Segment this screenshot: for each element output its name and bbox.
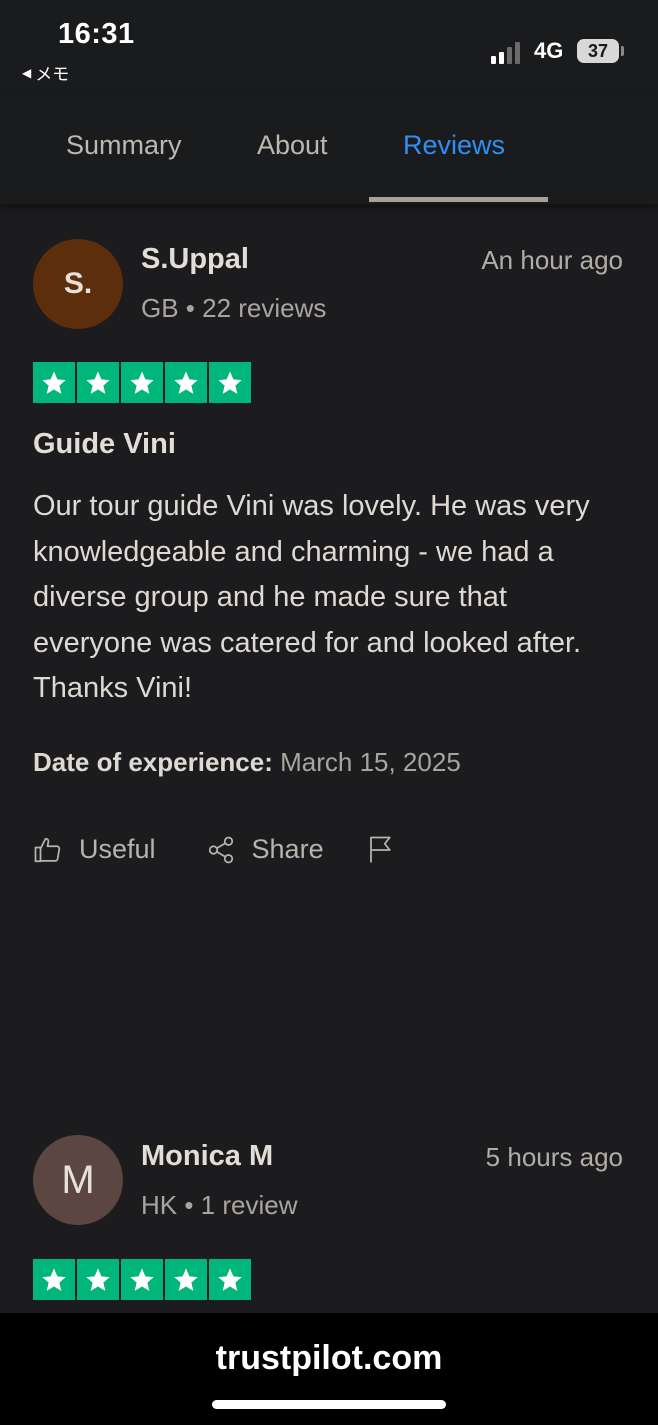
back-app-label: メモ [35, 65, 70, 84]
home-indicator[interactable] [212, 1400, 446, 1409]
useful-label: Useful [79, 834, 156, 864]
star-icon [165, 362, 207, 403]
tab-reviews[interactable]: Reviews [403, 130, 505, 161]
battery-icon: 37 [577, 39, 619, 63]
tab-bar: Summary About Reviews [0, 96, 658, 205]
url-label[interactable]: trustpilot.com [0, 1339, 658, 1378]
back-triangle-icon: ◀ [22, 65, 32, 80]
cellular-signal-icon [491, 40, 527, 64]
status-bar: 16:31 ◀ メモ 4G 37 [0, 0, 658, 96]
flag-icon [369, 836, 391, 862]
reviewer-meta: HK • 1 review [141, 1190, 298, 1220]
star-icon [165, 1259, 207, 1300]
tab-about[interactable]: About [257, 130, 328, 161]
share-button[interactable]: Share [206, 834, 324, 865]
reviewer-name[interactable]: Monica M [141, 1140, 273, 1173]
reviewer-meta: GB • 22 reviews [141, 293, 327, 323]
share-label: Share [251, 834, 324, 864]
star-icon [121, 1259, 163, 1300]
share-icon [208, 836, 233, 863]
reviewer-name[interactable]: S.Uppal [141, 243, 249, 276]
star-icon [33, 362, 75, 403]
star-icon [33, 1259, 75, 1300]
star-rating [33, 1259, 251, 1300]
star-icon [209, 1259, 251, 1300]
avatar[interactable]: S. [33, 239, 123, 329]
star-icon [121, 362, 163, 403]
star-icon [77, 1259, 119, 1300]
battery-cap [621, 46, 624, 56]
date-value: March 15, 2025 [280, 747, 461, 777]
back-to-app-link[interactable]: ◀ メモ [22, 60, 69, 85]
avatar[interactable]: M [33, 1135, 123, 1225]
network-type: 4G [534, 38, 564, 63]
thumbs-up-icon [34, 837, 61, 862]
date-of-experience: Date of experience: March 15, 2025 [33, 747, 461, 778]
review-actions: Useful Share [33, 834, 412, 865]
review-time: An hour ago [481, 245, 623, 275]
review-title: Guide Vini [33, 428, 176, 460]
star-rating [33, 362, 251, 403]
active-tab-indicator [369, 197, 548, 202]
review-time: 5 hours ago [485, 1142, 623, 1172]
report-button[interactable] [366, 835, 412, 865]
date-label: Date of experience: [33, 747, 273, 777]
status-time: 16:31 [58, 18, 135, 50]
review-body: Our tour guide Vini was lovely. He was v… [33, 490, 590, 704]
browser-address-bar: trustpilot.com [0, 1313, 658, 1425]
star-icon [209, 362, 251, 403]
useful-button[interactable]: Useful [33, 834, 156, 865]
star-icon [77, 362, 119, 403]
tab-summary[interactable]: Summary [66, 130, 182, 161]
